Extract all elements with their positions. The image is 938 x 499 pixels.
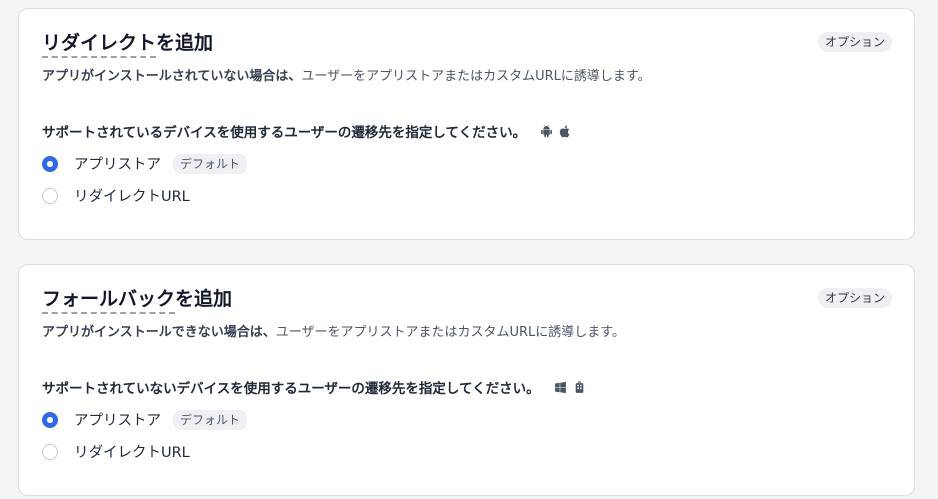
option-label: アプリストア [74,413,161,429]
option-label: リダイレクトURL [74,189,190,205]
blackberry-icon [575,381,583,393]
description-bold: アプリがインストールできない場合は、 [42,325,276,340]
title-suffix: を追加 [175,288,233,310]
title-term-tooltip[interactable]: フォールバック [42,287,176,314]
title-suffix: を追加 [156,32,214,54]
os-icon-group [540,124,572,138]
description-bold: アプリがインストールされていない場合は、 [42,69,302,84]
destination-question: サポートされていないデバイスを使用するユーザーの遷移先を指定してください。 [42,377,586,397]
android-icon [541,124,553,137]
os-icon-group [554,381,586,394]
default-badge: デフォルト [173,409,248,430]
option-app-store[interactable]: アプリストア デフォルト [42,153,248,174]
option-redirect-url[interactable]: リダイレクトURL [42,185,190,206]
fallback-card: フォールバック を追加 オプション アプリがインストールできない場合は、ユーザー… [18,264,915,496]
radio-app-store[interactable] [42,411,58,428]
option-app-store[interactable]: アプリストア デフォルト [42,409,248,430]
card-title: リダイレクト を追加 [42,31,213,58]
option-label: アプリストア [74,157,161,173]
option-redirect-url[interactable]: リダイレクトURL [42,441,190,462]
optional-badge: オプション [817,32,892,52]
radio-redirect-url[interactable] [42,187,58,204]
apple-icon [559,125,570,137]
question-text: サポートされているデバイスを使用するユーザーの遷移先を指定してください。 [42,125,527,141]
card-description: アプリがインストールされていない場合は、ユーザーをアプリストアまたはカスタムUR… [42,65,651,84]
default-badge: デフォルト [173,153,248,174]
radio-app-store[interactable] [42,155,58,172]
card-description: アプリがインストールできない場合は、ユーザーをアプリストアまたはカスタムURLに… [42,321,625,340]
description-text: ユーザーをアプリストアまたはカスタムURLに誘導します。 [275,325,625,340]
description-text: ユーザーをアプリストアまたはカスタムURLに誘導します。 [301,69,651,84]
option-label: リダイレクトURL [74,445,190,461]
redirect-card: リダイレクト を追加 オプション アプリがインストールされていない場合は、ユーザ… [18,8,915,240]
radio-redirect-url[interactable] [42,443,58,460]
card-title: フォールバック を追加 [42,287,232,314]
destination-question: サポートされているデバイスを使用するユーザーの遷移先を指定してください。 [42,121,572,141]
windows-icon [554,381,566,393]
optional-badge: オプション [817,288,892,308]
question-text: サポートされていないデバイスを使用するユーザーの遷移先を指定してください。 [42,381,540,397]
title-term-tooltip[interactable]: リダイレクト [42,31,157,58]
